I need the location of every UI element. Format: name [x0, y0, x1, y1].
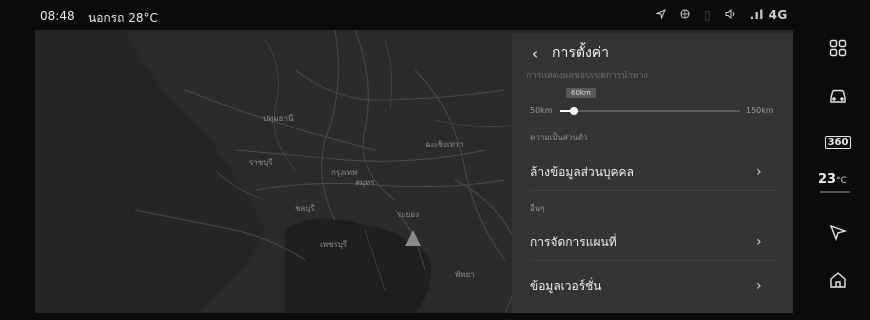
clear-personal-data-row[interactable]: ล้างข้อมูลส่วนบุคคล › — [512, 155, 793, 189]
settings-panel: ‹ การตั้งค่า การแสดงผลขอบเขตการนำทาง 60k… — [512, 33, 793, 313]
view-360-label: 360 — [824, 135, 852, 149]
map-place-label: ฉะเชิงเทรา — [425, 140, 464, 149]
clock: 08:48 — [40, 9, 75, 23]
map-place-label: ระยอง — [397, 210, 419, 219]
apps-grid-icon[interactable] — [820, 34, 856, 62]
status-bar: 08:48 นอกรถ 28°C ▯ .ıl 4G — [0, 0, 870, 30]
camera-360-icon[interactable]: 360 — [820, 128, 856, 156]
chevron-right-icon: › — [756, 278, 762, 294]
range-slider[interactable] — [560, 107, 740, 115]
slider-thumb[interactable] — [570, 107, 579, 115]
map-place-label: เพชรบุรี — [320, 240, 348, 249]
fan-level-bar — [820, 191, 850, 193]
right-rail: 360 23°C — [808, 30, 870, 320]
other-section-heading: อื่นๆ — [530, 204, 545, 213]
map-place-label: ชลบุรี — [295, 204, 315, 213]
scrolled-section-label: การแสดงผลขอบเขตการนำทาง — [526, 71, 648, 78]
map-place-label: พัทยา — [455, 270, 475, 279]
privacy-section-heading: ความเป็นส่วนตัว — [530, 133, 588, 142]
clear-personal-data-label: ล้างข้อมูลส่วนบุคคล — [530, 164, 634, 179]
bluetooth-icon: ▯ — [704, 8, 711, 22]
home-icon[interactable] — [820, 266, 856, 294]
map-place-label: ราชบุรี — [249, 158, 273, 167]
car-icon[interactable] — [820, 82, 856, 110]
settings-title: การตั้งค่า — [552, 45, 610, 61]
navigation-icon[interactable] — [820, 218, 856, 246]
climate-temperature[interactable]: 23°C — [818, 172, 847, 187]
map-place-label: ปทุมธานี — [263, 114, 294, 123]
slider-min-label: 50km — [530, 106, 553, 115]
map-place-label: สมุทร — [355, 178, 375, 187]
temperature-value: 23 — [818, 172, 837, 187]
version-info-row[interactable]: ข้อมูลเวอร์ชั่น › — [512, 269, 793, 303]
chevron-right-icon: › — [756, 234, 762, 250]
signal-4g: .ıl 4G — [749, 8, 788, 22]
slider-value-badge: 60km — [566, 88, 596, 98]
map-management-row[interactable]: การจัดการแผนที่ › — [512, 225, 793, 259]
chevron-right-icon: › — [756, 164, 762, 180]
map-place-label: กรุงเทพ — [331, 168, 358, 177]
settings-header: ‹ การตั้งค่า — [526, 42, 609, 64]
outside-temperature: นอกรถ 28°C — [88, 11, 158, 25]
navigation-icon — [655, 8, 666, 22]
globe-icon — [680, 8, 690, 22]
back-chevron-icon[interactable]: ‹ — [526, 44, 544, 63]
map-management-label: การจัดการแผนที่ — [530, 234, 617, 249]
version-info-label: ข้อมูลเวอร์ชั่น — [530, 278, 602, 293]
speaker-icon — [725, 8, 736, 22]
slider-max-label: 150km — [746, 106, 774, 115]
temperature-unit: °C — [836, 176, 847, 186]
divider — [530, 260, 780, 261]
divider — [530, 190, 780, 191]
